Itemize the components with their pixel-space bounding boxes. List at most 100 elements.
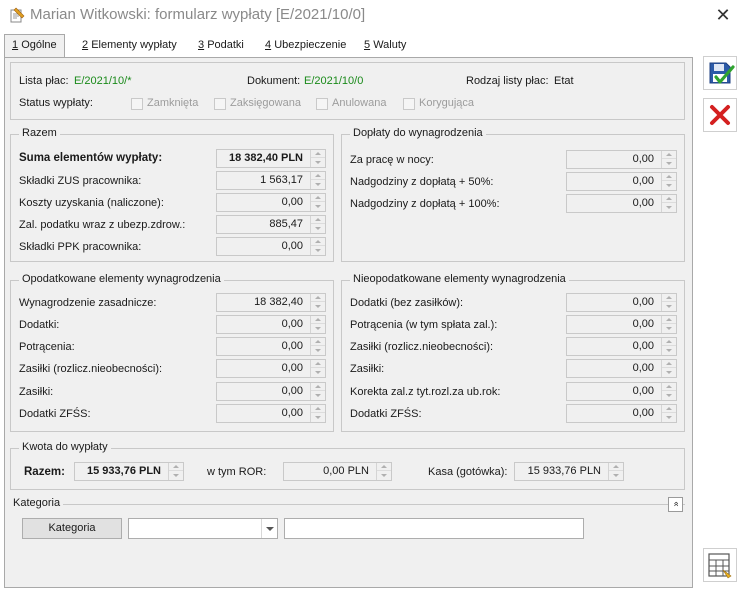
spin-down-icon[interactable] [662,368,676,376]
spin-buttons[interactable] [310,360,325,377]
spin-down-icon[interactable] [662,181,676,189]
dodatki-bez-zasilkow-field[interactable]: 0,00 [566,293,677,312]
spin-down-icon[interactable] [662,391,676,399]
spin-down-icon[interactable] [609,471,623,479]
spin-up-icon[interactable] [662,360,676,368]
kategoria-button[interactable]: Kategoria [22,518,122,539]
checkbox-anulowana[interactable] [316,98,328,110]
spin-up-icon[interactable] [311,238,325,246]
spin-buttons[interactable] [310,405,325,422]
razem-kwota-field[interactable]: 15 933,76 PLN [74,462,184,481]
tab-waluty[interactable]: 5 Waluty [357,35,413,57]
spin-down-icon[interactable] [311,346,325,354]
spin-up-icon[interactable] [609,463,623,471]
spin-buttons[interactable] [661,294,676,311]
spin-down-icon[interactable] [311,158,325,166]
spin-down-icon[interactable] [311,224,325,232]
kategoria-combo[interactable] [128,518,278,539]
spin-up-icon[interactable] [311,338,325,346]
spin-up-icon[interactable] [662,195,676,203]
calculator-button[interactable] [703,548,737,582]
spin-buttons[interactable] [310,172,325,189]
checkbox-zaksiegowana[interactable] [214,98,226,110]
cancel-button[interactable] [703,98,737,132]
nadgodziny-100-field[interactable]: 0,00 [566,194,677,213]
spin-buttons[interactable] [310,216,325,233]
spin-buttons[interactable] [661,316,676,333]
suma-elementow-field[interactable]: 18 382,40 PLN [216,149,326,168]
spin-buttons[interactable] [310,150,325,167]
spin-down-icon[interactable] [311,324,325,332]
spin-buttons[interactable] [661,195,676,212]
close-window-button[interactable]: ✕ [706,2,740,28]
spin-buttons[interactable] [376,463,391,480]
spin-down-icon[interactable] [311,413,325,421]
spin-down-icon[interactable] [311,302,325,310]
tab-ubezpieczenie[interactable]: 4 Ubezpieczenie [258,35,353,57]
save-button[interactable] [703,56,737,90]
spin-down-icon[interactable] [662,203,676,211]
spin-down-icon[interactable] [311,391,325,399]
spin-up-icon[interactable] [662,383,676,391]
nadgodziny-50-field[interactable]: 0,00 [566,172,677,191]
lista-plac-value[interactable]: E/2021/10/* [74,75,132,87]
spin-buttons[interactable] [661,405,676,422]
skladki-ppk-field[interactable]: 0,00 [216,237,326,256]
spin-buttons[interactable] [608,463,623,480]
ror-field[interactable]: 0,00 PLN [283,462,392,481]
spin-down-icon[interactable] [311,368,325,376]
koszty-uzyskania-field[interactable]: 0,00 [216,193,326,212]
spin-down-icon[interactable] [662,413,676,421]
spin-down-icon[interactable] [169,471,183,479]
zasilki-nieopod-field[interactable]: 0,00 [566,359,677,378]
spin-buttons[interactable] [661,338,676,355]
dodatki-zfss-nieopod-field[interactable]: 0,00 [566,404,677,423]
zasilki-rozlicz-nieopod-field[interactable]: 0,00 [566,337,677,356]
skladki-zus-field[interactable]: 1 563,17 [216,171,326,190]
zasilki-field[interactable]: 0,00 [216,382,326,401]
checkbox-zamknieta[interactable] [131,98,143,110]
za-prace-w-nocy-field[interactable]: 0,00 [566,150,677,169]
spin-buttons[interactable] [310,238,325,255]
spin-up-icon[interactable] [311,194,325,202]
spin-down-icon[interactable] [311,246,325,254]
chevron-down-icon[interactable] [261,519,277,538]
spin-up-icon[interactable] [311,405,325,413]
zal-podatku-field[interactable]: 885,47 [216,215,326,234]
spin-up-icon[interactable] [311,360,325,368]
spin-up-icon[interactable] [662,151,676,159]
spin-up-icon[interactable] [311,216,325,224]
spin-up-icon[interactable] [169,463,183,471]
korekta-zal-field[interactable]: 0,00 [566,382,677,401]
spin-up-icon[interactable] [662,316,676,324]
spin-up-icon[interactable] [377,463,391,471]
spin-down-icon[interactable] [662,159,676,167]
spin-buttons[interactable] [310,338,325,355]
spin-up-icon[interactable] [311,172,325,180]
spin-down-icon[interactable] [662,302,676,310]
potracenia-splata-field[interactable]: 0,00 [566,315,677,334]
checkbox-korygujaca[interactable] [403,98,415,110]
spin-buttons[interactable] [310,316,325,333]
kasa-field[interactable]: 15 933,76 PLN [514,462,624,481]
spin-up-icon[interactable] [662,173,676,181]
potracenia-field[interactable]: 0,00 [216,337,326,356]
collapse-section-button[interactable]: » [668,497,683,512]
spin-buttons[interactable] [661,383,676,400]
dodatki-field[interactable]: 0,00 [216,315,326,334]
spin-up-icon[interactable] [311,316,325,324]
spin-down-icon[interactable] [662,324,676,332]
spin-buttons[interactable] [168,463,183,480]
kategoria-description-input[interactable] [284,518,584,539]
dodatki-zfss-field[interactable]: 0,00 [216,404,326,423]
tab-ogolne[interactable]: 1 Ogólne [4,34,65,58]
spin-buttons[interactable] [310,194,325,211]
wynagrodzenie-zasadnicze-field[interactable]: 18 382,40 [216,293,326,312]
spin-buttons[interactable] [310,294,325,311]
spin-up-icon[interactable] [662,338,676,346]
dokument-value[interactable]: E/2021/10/0 [304,75,363,87]
spin-up-icon[interactable] [662,294,676,302]
zasilki-rozlicz-field[interactable]: 0,00 [216,359,326,378]
spin-down-icon[interactable] [311,202,325,210]
spin-buttons[interactable] [661,151,676,168]
